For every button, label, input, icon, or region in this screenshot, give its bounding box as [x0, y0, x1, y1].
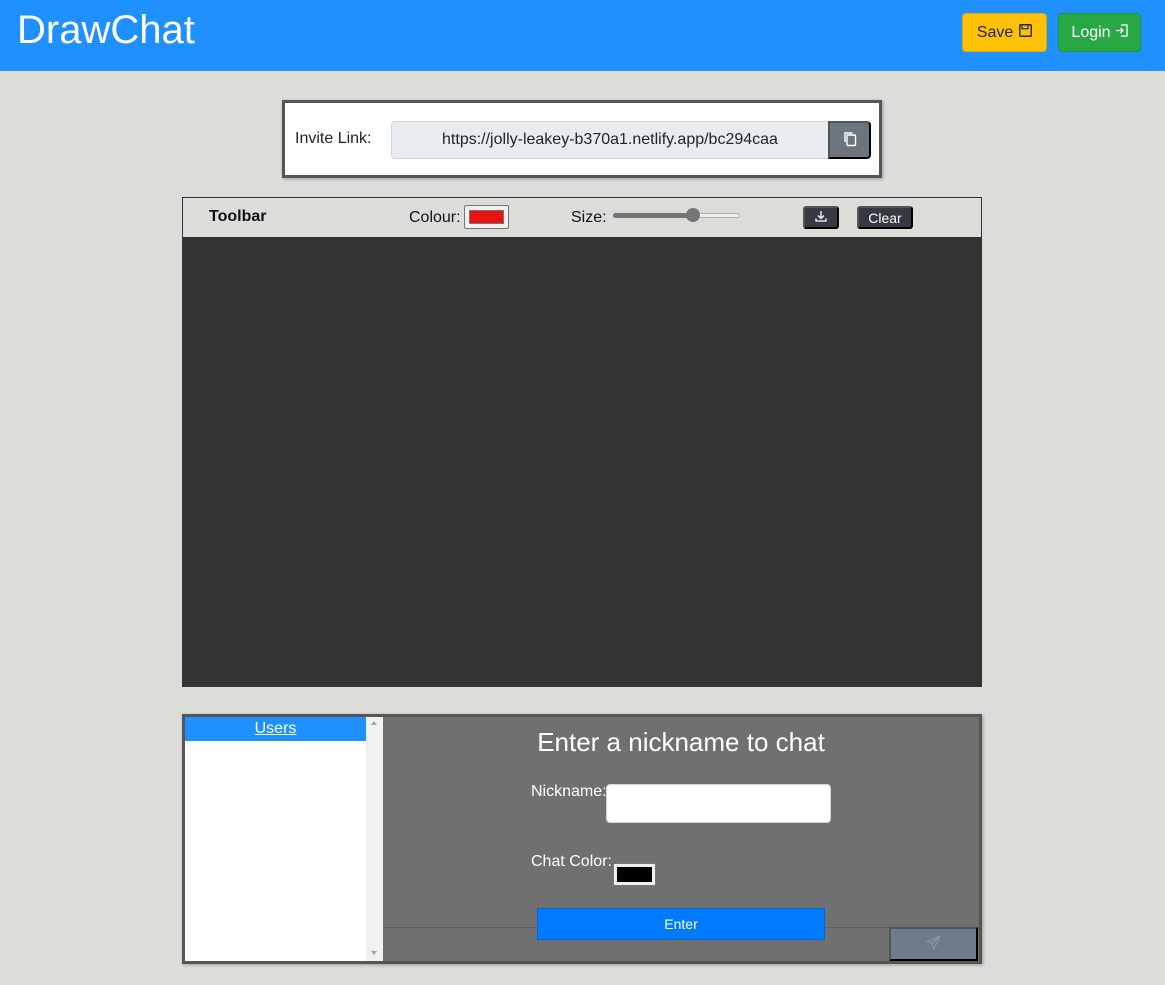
scroll-down-arrow-icon[interactable] — [371, 951, 377, 955]
drawing-canvas[interactable] — [183, 237, 981, 686]
clear-button[interactable]: Clear — [857, 206, 913, 229]
floppy-disk-icon — [1019, 23, 1033, 42]
users-scrollbar[interactable] — [366, 717, 383, 961]
colour-picker[interactable] — [464, 205, 509, 229]
navbar: DrawChat Save Login — [0, 0, 1165, 71]
invite-link-field[interactable]: https://jolly-leakey-b370a1.netlify.app/… — [391, 121, 829, 159]
chat-title: Enter a nickname to chat — [537, 727, 825, 757]
invite-label: Invite Link: — [295, 130, 372, 147]
chat-panel: Users Enter a nickname to chat Nickname:… — [182, 714, 982, 964]
toolbar-title: Toolbar — [209, 208, 267, 225]
invite-panel: Invite Link: https://jolly-leakey-b370a1… — [282, 100, 882, 178]
slider-thumb[interactable] — [686, 208, 700, 222]
copy-button[interactable] — [828, 121, 871, 159]
send-icon — [926, 935, 941, 953]
enter-button[interactable]: Enter — [537, 908, 825, 940]
download-button[interactable] — [803, 206, 839, 229]
slider-fill — [613, 213, 693, 218]
nickname-label: Nickname: — [531, 783, 607, 800]
login-label: Login — [1071, 23, 1111, 41]
users-heading[interactable]: Users — [185, 717, 366, 741]
save-button[interactable]: Save — [962, 13, 1047, 52]
brand-title[interactable]: DrawChat — [17, 8, 195, 53]
toolbar: Toolbar Colour: Size: Clear — [183, 198, 981, 237]
login-icon — [1115, 23, 1128, 42]
colour-label: Colour: — [409, 209, 461, 226]
send-button[interactable] — [889, 927, 978, 961]
size-slider[interactable] — [613, 208, 740, 222]
users-list: Users — [185, 717, 383, 961]
drawing-board: Toolbar Colour: Size: Clear — [182, 197, 982, 687]
nickname-input[interactable] — [606, 784, 831, 823]
copy-icon — [843, 131, 857, 150]
size-label: Size: — [571, 209, 607, 226]
chat-color-picker[interactable] — [613, 863, 656, 886]
colour-swatch — [469, 210, 504, 224]
download-icon — [815, 210, 827, 225]
chat-color-label: Chat Color: — [531, 853, 612, 870]
scroll-up-arrow-icon[interactable] — [371, 721, 377, 725]
chat-color-swatch — [617, 867, 652, 882]
save-label: Save — [976, 23, 1014, 41]
login-button[interactable]: Login — [1058, 13, 1141, 52]
